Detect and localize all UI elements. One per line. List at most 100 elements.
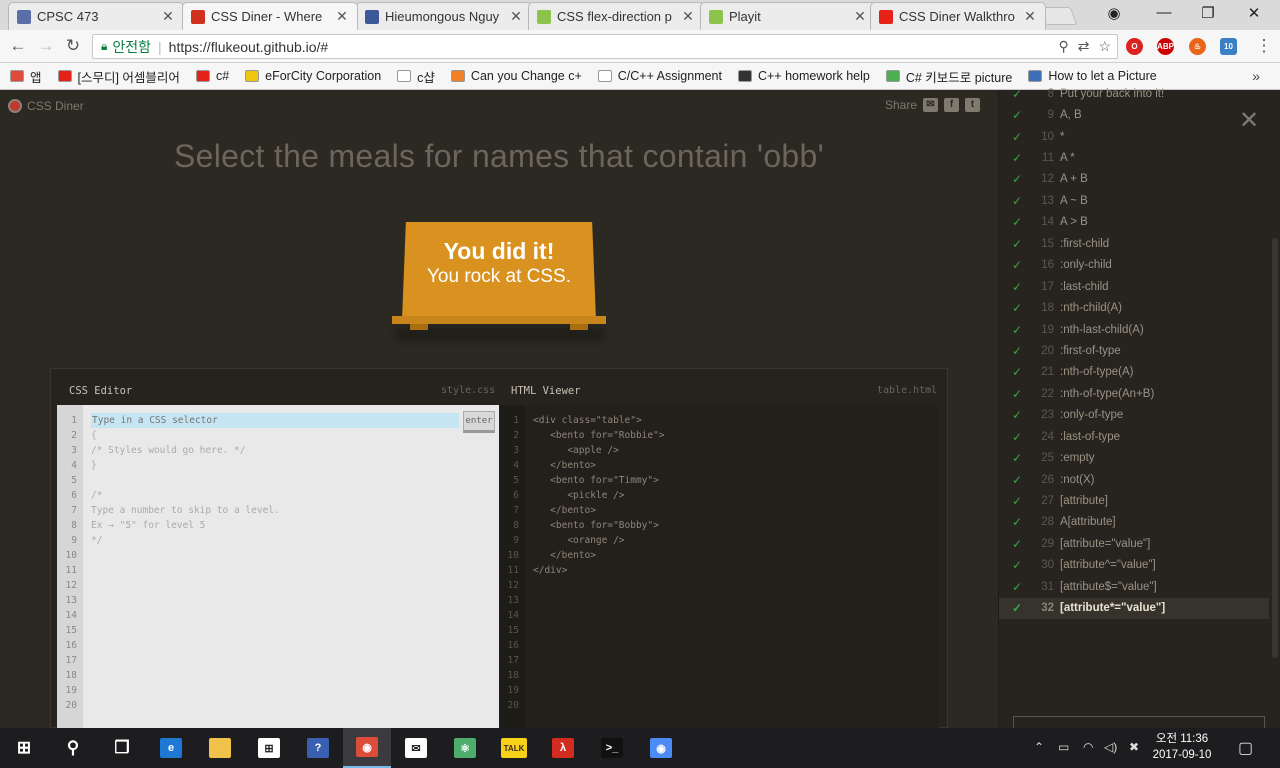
reload-icon[interactable]: ↻ <box>63 36 83 56</box>
tray-chevron-icon[interactable]: ⌃ <box>1034 740 1044 754</box>
notification-center-icon[interactable]: ▢ <box>1238 738 1253 758</box>
tab-close-icon[interactable]: ✕ <box>509 8 523 25</box>
level-item[interactable]: ✓ 18:nth-child(A) <box>999 297 1269 318</box>
bookmark-item[interactable]: How to let a Picture <box>1028 69 1157 83</box>
bookmark-item[interactable]: Can you Change c+ <box>450 69 582 83</box>
level-item[interactable]: ✓ 17:last-child <box>999 276 1269 297</box>
taskbar-app[interactable] <box>196 728 244 768</box>
bookmark-item[interactable]: c# <box>195 69 229 83</box>
taskbar-app[interactable]: ⊞ <box>0 728 48 768</box>
level-item[interactable]: ✓ 10 * <box>999 126 1269 147</box>
sidebar-scrollbar[interactable] <box>1272 238 1278 658</box>
url-text[interactable]: https://flukeout.github.io/# <box>169 39 329 55</box>
taskbar-app[interactable]: ✉ <box>392 728 440 768</box>
window-close-button[interactable]: ✕ <box>1242 4 1266 22</box>
level-item[interactable]: ✓ 25:empty <box>999 447 1269 468</box>
bookmark-item[interactable]: C/C++ Assignment <box>597 69 722 83</box>
level-item[interactable]: ✓ 26:not(X) <box>999 469 1269 490</box>
level-item[interactable]: ✓ 30 [attribute^="value"] <box>999 555 1269 576</box>
taskbar-app[interactable]: ◉ <box>343 728 391 768</box>
level-number: 28 <box>1041 516 1054 529</box>
taskbar-app[interactable]: e <box>147 728 195 768</box>
forward-arrow-icon[interactable]: → <box>36 36 56 56</box>
menu-kebab-icon[interactable]: ⋮ <box>1254 36 1274 56</box>
taskbar-app[interactable]: ? <box>294 728 342 768</box>
bookmark-item[interactable]: C++ homework help <box>737 69 870 83</box>
taskbar-app[interactable]: ⚛ <box>441 728 489 768</box>
level-item[interactable]: ✓ 19:nth-last-child(A) <box>999 319 1269 340</box>
browser-tab[interactable]: Playit ✕ <box>700 2 876 30</box>
level-item[interactable]: ✓ 21:nth-of-type(A) <box>999 362 1269 383</box>
css-selector-input[interactable] <box>91 413 459 428</box>
bookmark-item[interactable]: [스무디] 어셈블리어 <box>57 67 180 86</box>
level-item[interactable]: ✓ 13 A ~ B <box>999 190 1269 211</box>
level-item[interactable]: ✓ 29 [attribute="value"] <box>999 533 1269 554</box>
bookmark-item[interactable]: C# 키보드로 picture <box>885 67 1012 86</box>
level-item[interactable]: ✓ 9 A, B <box>999 104 1269 125</box>
taskbar-app[interactable]: λ <box>539 728 587 768</box>
browser-tab[interactable]: CSS Diner Walkthro ✕ <box>870 2 1046 30</box>
profile-icon[interactable]: ◉ <box>1102 4 1126 22</box>
tab-close-icon[interactable]: ✕ <box>681 8 695 25</box>
level-item[interactable]: ✓ 28 A[attribute] <box>999 512 1269 533</box>
bookmarks-overflow-icon[interactable]: » <box>1252 68 1260 84</box>
search-icon: ⚲ <box>66 738 80 757</box>
enter-button[interactable]: enter <box>463 411 495 433</box>
level-item[interactable]: ✓ 16:only-child <box>999 255 1269 276</box>
twitter-share-icon[interactable]: t <box>965 98 980 112</box>
level-item[interactable]: ✓ 32 [attribute*="value"] <box>999 597 1269 619</box>
restore-button[interactable]: ❐ <box>1196 4 1220 22</box>
taskbar-app[interactable]: ❐ <box>98 728 146 768</box>
level-item[interactable]: ✓ 24:last-of-type <box>999 426 1269 447</box>
level-item[interactable]: ✓ 23:only-of-type <box>999 405 1269 426</box>
browser-tab[interactable]: Hieumongous Nguy ✕ <box>356 2 532 30</box>
close-sidebar-icon[interactable]: ✕ <box>1239 106 1259 135</box>
bookmark-item[interactable]: 앱 <box>10 67 42 86</box>
line-number: 17 <box>65 655 77 666</box>
email-share-icon[interactable]: ✉ <box>923 98 938 112</box>
zoom-search-icon[interactable]: ⚲ <box>1058 38 1068 55</box>
tab-close-icon[interactable]: ✕ <box>335 8 349 25</box>
level-item[interactable]: ✓ 12 A + B <box>999 169 1269 190</box>
opera-ext-icon[interactable]: O <box>1126 38 1143 55</box>
browser-tab[interactable]: CPSC 473 ✕ <box>8 2 184 30</box>
level-item[interactable]: ✓ 27 [attribute] <box>999 490 1269 511</box>
tab-close-icon[interactable]: ✕ <box>1023 8 1037 25</box>
taskbar-app[interactable]: ⚲ <box>49 728 97 768</box>
bookmark-label: Can you Change c+ <box>470 69 582 83</box>
network-error-icon[interactable]: ✖ <box>1129 740 1139 754</box>
bookmark-item[interactable]: eForCity Corporation <box>245 69 381 83</box>
browser-tab[interactable]: CSS Diner - Where ✕ <box>182 2 358 30</box>
bookmark-item[interactable]: c샵 <box>397 67 435 86</box>
css-diner-logo[interactable]: CSS Diner <box>8 99 84 113</box>
level-item[interactable]: ✓ 11 A * <box>999 147 1269 168</box>
level-item[interactable]: ✓ 15:first-child <box>999 233 1269 254</box>
volume-icon[interactable]: ◁) <box>1104 740 1117 754</box>
minimize-button[interactable]: — <box>1152 4 1176 21</box>
tab-close-icon[interactable]: ✕ <box>853 8 867 25</box>
level-item[interactable]: ✓ 31 [attribute$="value"] <box>999 576 1269 597</box>
browser-tab[interactable]: CSS flex-direction p ✕ <box>528 2 704 30</box>
taskbar-app[interactable]: ⊞ <box>245 728 293 768</box>
clock[interactable]: 오전 11:36 2017-09-10 <box>1142 731 1222 763</box>
line-number: 4 <box>71 460 77 471</box>
level-item[interactable]: ✓ 14 A > B <box>999 212 1269 233</box>
bookmark-star-icon[interactable]: ☆ <box>1098 38 1111 55</box>
wifi-icon[interactable]: ◠ <box>1083 740 1093 754</box>
level-item[interactable]: ✓ 22:nth-of-type(An+B) <box>999 383 1269 404</box>
adblock-plus-icon[interactable]: ABP <box>1157 38 1174 55</box>
code-line: <orange /> <box>533 535 625 546</box>
battery-icon[interactable]: ▭ <box>1058 740 1069 754</box>
level-item[interactable]: ✓ 8 Put your back into it! <box>999 83 1269 104</box>
fire-ext-icon[interactable]: ♨ <box>1189 38 1206 55</box>
extension-badge-icon[interactable]: 10 <box>1220 38 1237 55</box>
facebook-share-icon[interactable]: f <box>944 98 959 112</box>
taskbar-app[interactable]: ◉ <box>637 728 685 768</box>
translate-icon[interactable]: ⇄ <box>1078 38 1090 55</box>
level-item[interactable]: ✓ 20:first-of-type <box>999 340 1269 361</box>
tab-close-icon[interactable]: ✕ <box>161 8 175 25</box>
taskbar-app[interactable]: TALK <box>490 728 538 768</box>
address-bar[interactable]: 🔒︎ 안전함 | https://flukeout.github.io/# ⚲ … <box>92 34 1118 59</box>
taskbar-app[interactable]: >_ <box>588 728 636 768</box>
back-arrow-icon[interactable]: ← <box>8 36 28 56</box>
